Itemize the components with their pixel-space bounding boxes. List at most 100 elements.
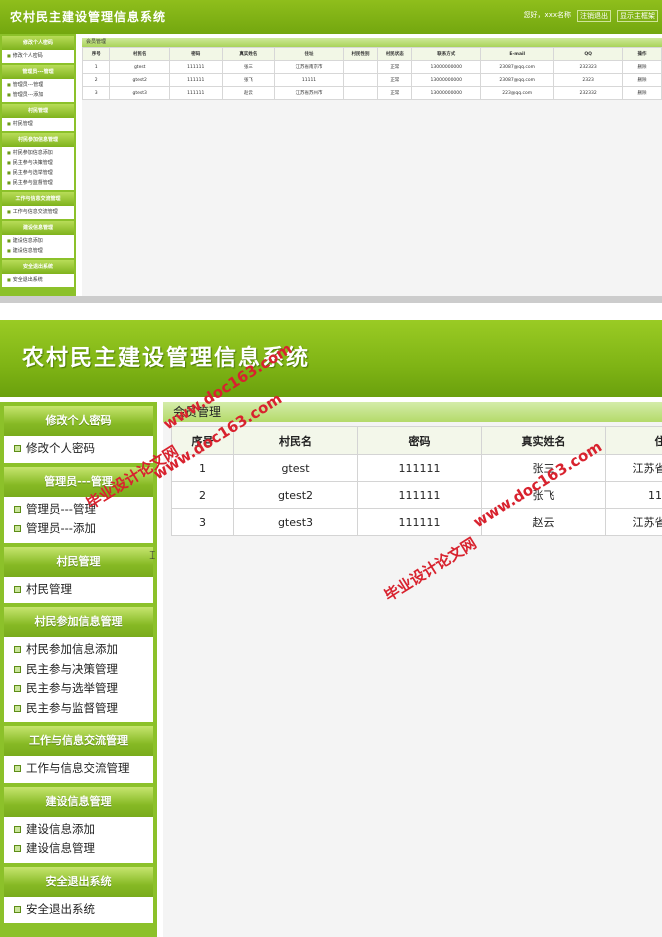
column-header: 住址 <box>605 426 662 455</box>
table-cell: 11111 <box>605 481 662 509</box>
sidebar-group-items: 村民管理 <box>4 576 153 603</box>
table-cell: 正常 <box>377 60 413 74</box>
sidebar-item[interactable]: 村民管理 <box>2 119 74 129</box>
zoomed-screenshot: 农村民主建设管理信息系统 修改个人密码 修改个人密码 管理员---管理 管理员---管… <box>0 320 662 937</box>
table-cell: 3 <box>81 86 111 100</box>
sidebar-group-items: 建设信息添加建设信息管理 <box>2 235 74 258</box>
logout-button[interactable]: 注销退出 <box>577 10 611 22</box>
main-content: 会员管理 序号村民名密码真实姓名住址村民性别村民状态联系方式E-mailQQ操作… <box>81 38 662 303</box>
sidebar-item[interactable]: 村民管理 <box>4 580 153 600</box>
sidebar-group-heading[interactable]: 村民管理 <box>2 104 74 118</box>
sidebar-item[interactable]: 民主参与决策管理 <box>2 158 74 168</box>
table-cell: 1 <box>81 60 111 74</box>
table-cell: 232332 <box>553 86 623 100</box>
sidebar-item[interactable]: 修改个人密码 <box>2 51 74 61</box>
column-header: E-mail <box>480 47 555 61</box>
sidebar-item[interactable]: 民主参与监督管理 <box>2 178 74 188</box>
sidebar-group-heading[interactable]: 安全退出系统 <box>2 260 74 274</box>
sidebar-group-items: 安全退出系统 <box>2 274 74 287</box>
column-header: 村民名 <box>109 47 170 61</box>
sidebar-group-heading[interactable]: 安全退出系统 <box>4 866 153 897</box>
sidebar-item[interactable]: 管理员---管理 <box>4 500 153 520</box>
table-cell: gtest2 <box>109 73 170 87</box>
column-header: 村民名 <box>233 426 358 455</box>
sidebar: 修改个人密码修改个人密码管理员---管理管理员---管理管理员---添加村民管理… <box>0 34 76 303</box>
sidebar-item[interactable]: 村民参加信息添加 <box>4 640 153 660</box>
sidebar-group-heading[interactable]: 工作与信息交流管理 <box>4 726 153 756</box>
sidebar-item[interactable]: 管理员---添加 <box>4 519 153 539</box>
table-cell <box>342 73 379 87</box>
sidebar-item[interactable]: 安全退出系统 <box>4 900 153 920</box>
table-cell: 张飞 <box>221 73 276 87</box>
table-row: 2gtest2111111张飞11111正常1300000000023087@q… <box>81 73 662 87</box>
sidebar-group-heading[interactable]: 村民参加信息管理 <box>2 133 74 147</box>
sidebar-item[interactable]: 安全退出系统 <box>2 275 74 285</box>
sidebar-item[interactable]: 建设信息管理 <box>2 246 74 256</box>
overview-screenshot: 农村民主建设管理信息系统 您好，xxx名称 注销退出 显示主框架 修改个人密码修… <box>0 0 662 303</box>
sidebar-group-heading[interactable]: 修改个人密码 <box>4 406 153 436</box>
table-cell: 111111 <box>168 60 223 74</box>
table-cell: 正常 <box>377 86 413 100</box>
table-cell: gtest3 <box>109 86 170 100</box>
table-cell: 江苏省南京市 <box>605 454 662 482</box>
sidebar-group-heading[interactable]: 村民参加信息管理 <box>4 607 153 637</box>
sidebar-group-heading[interactable]: 修改个人密码 <box>2 36 74 50</box>
sidebar-item[interactable]: 工作与信息交流管理 <box>4 759 153 779</box>
table-cell: 111111 <box>168 86 223 100</box>
table-cell: 2 <box>81 73 111 87</box>
sidebar-item[interactable]: 建设信息添加 <box>2 236 74 246</box>
table-cell: 张三 <box>221 60 276 74</box>
user-area: 您好，xxx名称 注销退出 显示主框架 <box>524 10 658 22</box>
sidebar-item[interactable]: 村民参加信息添加 <box>2 148 74 158</box>
sidebar-item[interactable]: 管理员---添加 <box>2 90 74 100</box>
column-header: 联系方式 <box>411 47 482 61</box>
sidebar-item[interactable]: 建设信息添加 <box>4 820 153 840</box>
sidebar-group-heading[interactable]: 村民管理 <box>4 546 153 577</box>
table-cell <box>342 60 379 74</box>
sidebar-item[interactable]: 民主参与监督管理 <box>4 699 153 719</box>
sidebar-item[interactable]: 民主参与选举管理 <box>2 168 74 178</box>
delete-link[interactable]: 删除 <box>621 86 662 100</box>
sidebar-group-heading[interactable]: 管理员---管理 <box>2 65 74 79</box>
table-cell: 2 <box>171 481 234 509</box>
delete-link[interactable]: 删除 <box>621 73 662 87</box>
table-cell: 2323 <box>553 73 623 87</box>
sidebar-item[interactable]: 民主参与选举管理 <box>4 679 153 699</box>
table-cell: 223@qq.com <box>480 86 555 100</box>
column-header: 村民性别 <box>342 47 379 61</box>
table-cell: 江苏省苏州市 <box>605 508 662 536</box>
table-cell: 正常 <box>377 73 413 87</box>
text-cursor-icon: 𝙸 <box>148 548 157 562</box>
sidebar-group-items: 村民参加信息添加民主参与决策管理民主参与选举管理民主参与监督管理 <box>4 637 153 722</box>
panel-title: 会员管理 <box>82 38 662 47</box>
sidebar-item[interactable]: 民主参与决策管理 <box>4 660 153 680</box>
table-cell: gtest <box>109 60 170 74</box>
divider <box>0 296 662 303</box>
column-header: 序号 <box>81 47 111 61</box>
sidebar-group-heading[interactable]: 建设信息管理 <box>2 221 74 235</box>
sidebar-group-heading[interactable]: 工作与信息交流管理 <box>2 192 74 206</box>
column-header: 操作 <box>621 47 662 61</box>
sidebar-item[interactable]: 管理员---管理 <box>2 80 74 90</box>
sidebar-item[interactable]: 修改个人密码 <box>4 439 153 459</box>
table-cell: gtest3 <box>233 508 358 536</box>
sidebar-item[interactable]: 建设信息管理 <box>4 839 153 859</box>
table-cell: 13000000000 <box>411 73 482 87</box>
sidebar-item[interactable]: 工作与信息交流管理 <box>2 207 74 217</box>
table-cell: gtest <box>233 454 358 482</box>
sidebar-group-heading[interactable]: 建设信息管理 <box>4 786 153 817</box>
sidebar-group-items: 建设信息添加建设信息管理 <box>4 816 153 863</box>
column-header: 住址 <box>274 47 344 61</box>
table-row: 2gtest2111111张飞11111正常1300000000023087@q… <box>171 481 662 509</box>
app-title: 农村民主建设管理信息系统 <box>10 10 167 24</box>
sidebar-group-items: 管理员---管理管理员---添加 <box>4 496 153 543</box>
greeting-text: 您好，xxx名称 <box>523 11 571 19</box>
delete-link[interactable]: 删除 <box>621 60 662 74</box>
table-cell: 13000000000 <box>411 86 482 100</box>
table-cell: 11111 <box>274 73 344 87</box>
table-cell: 111111 <box>357 508 482 536</box>
table-row: 3gtest3111111赵云江苏省苏州市 正常13000000000223@qq… <box>81 86 662 100</box>
table-cell: 赵云 <box>221 86 276 100</box>
home-frame-button[interactable]: 显示主框架 <box>617 10 658 22</box>
sidebar-group-items: 修改个人密码 <box>2 50 74 63</box>
